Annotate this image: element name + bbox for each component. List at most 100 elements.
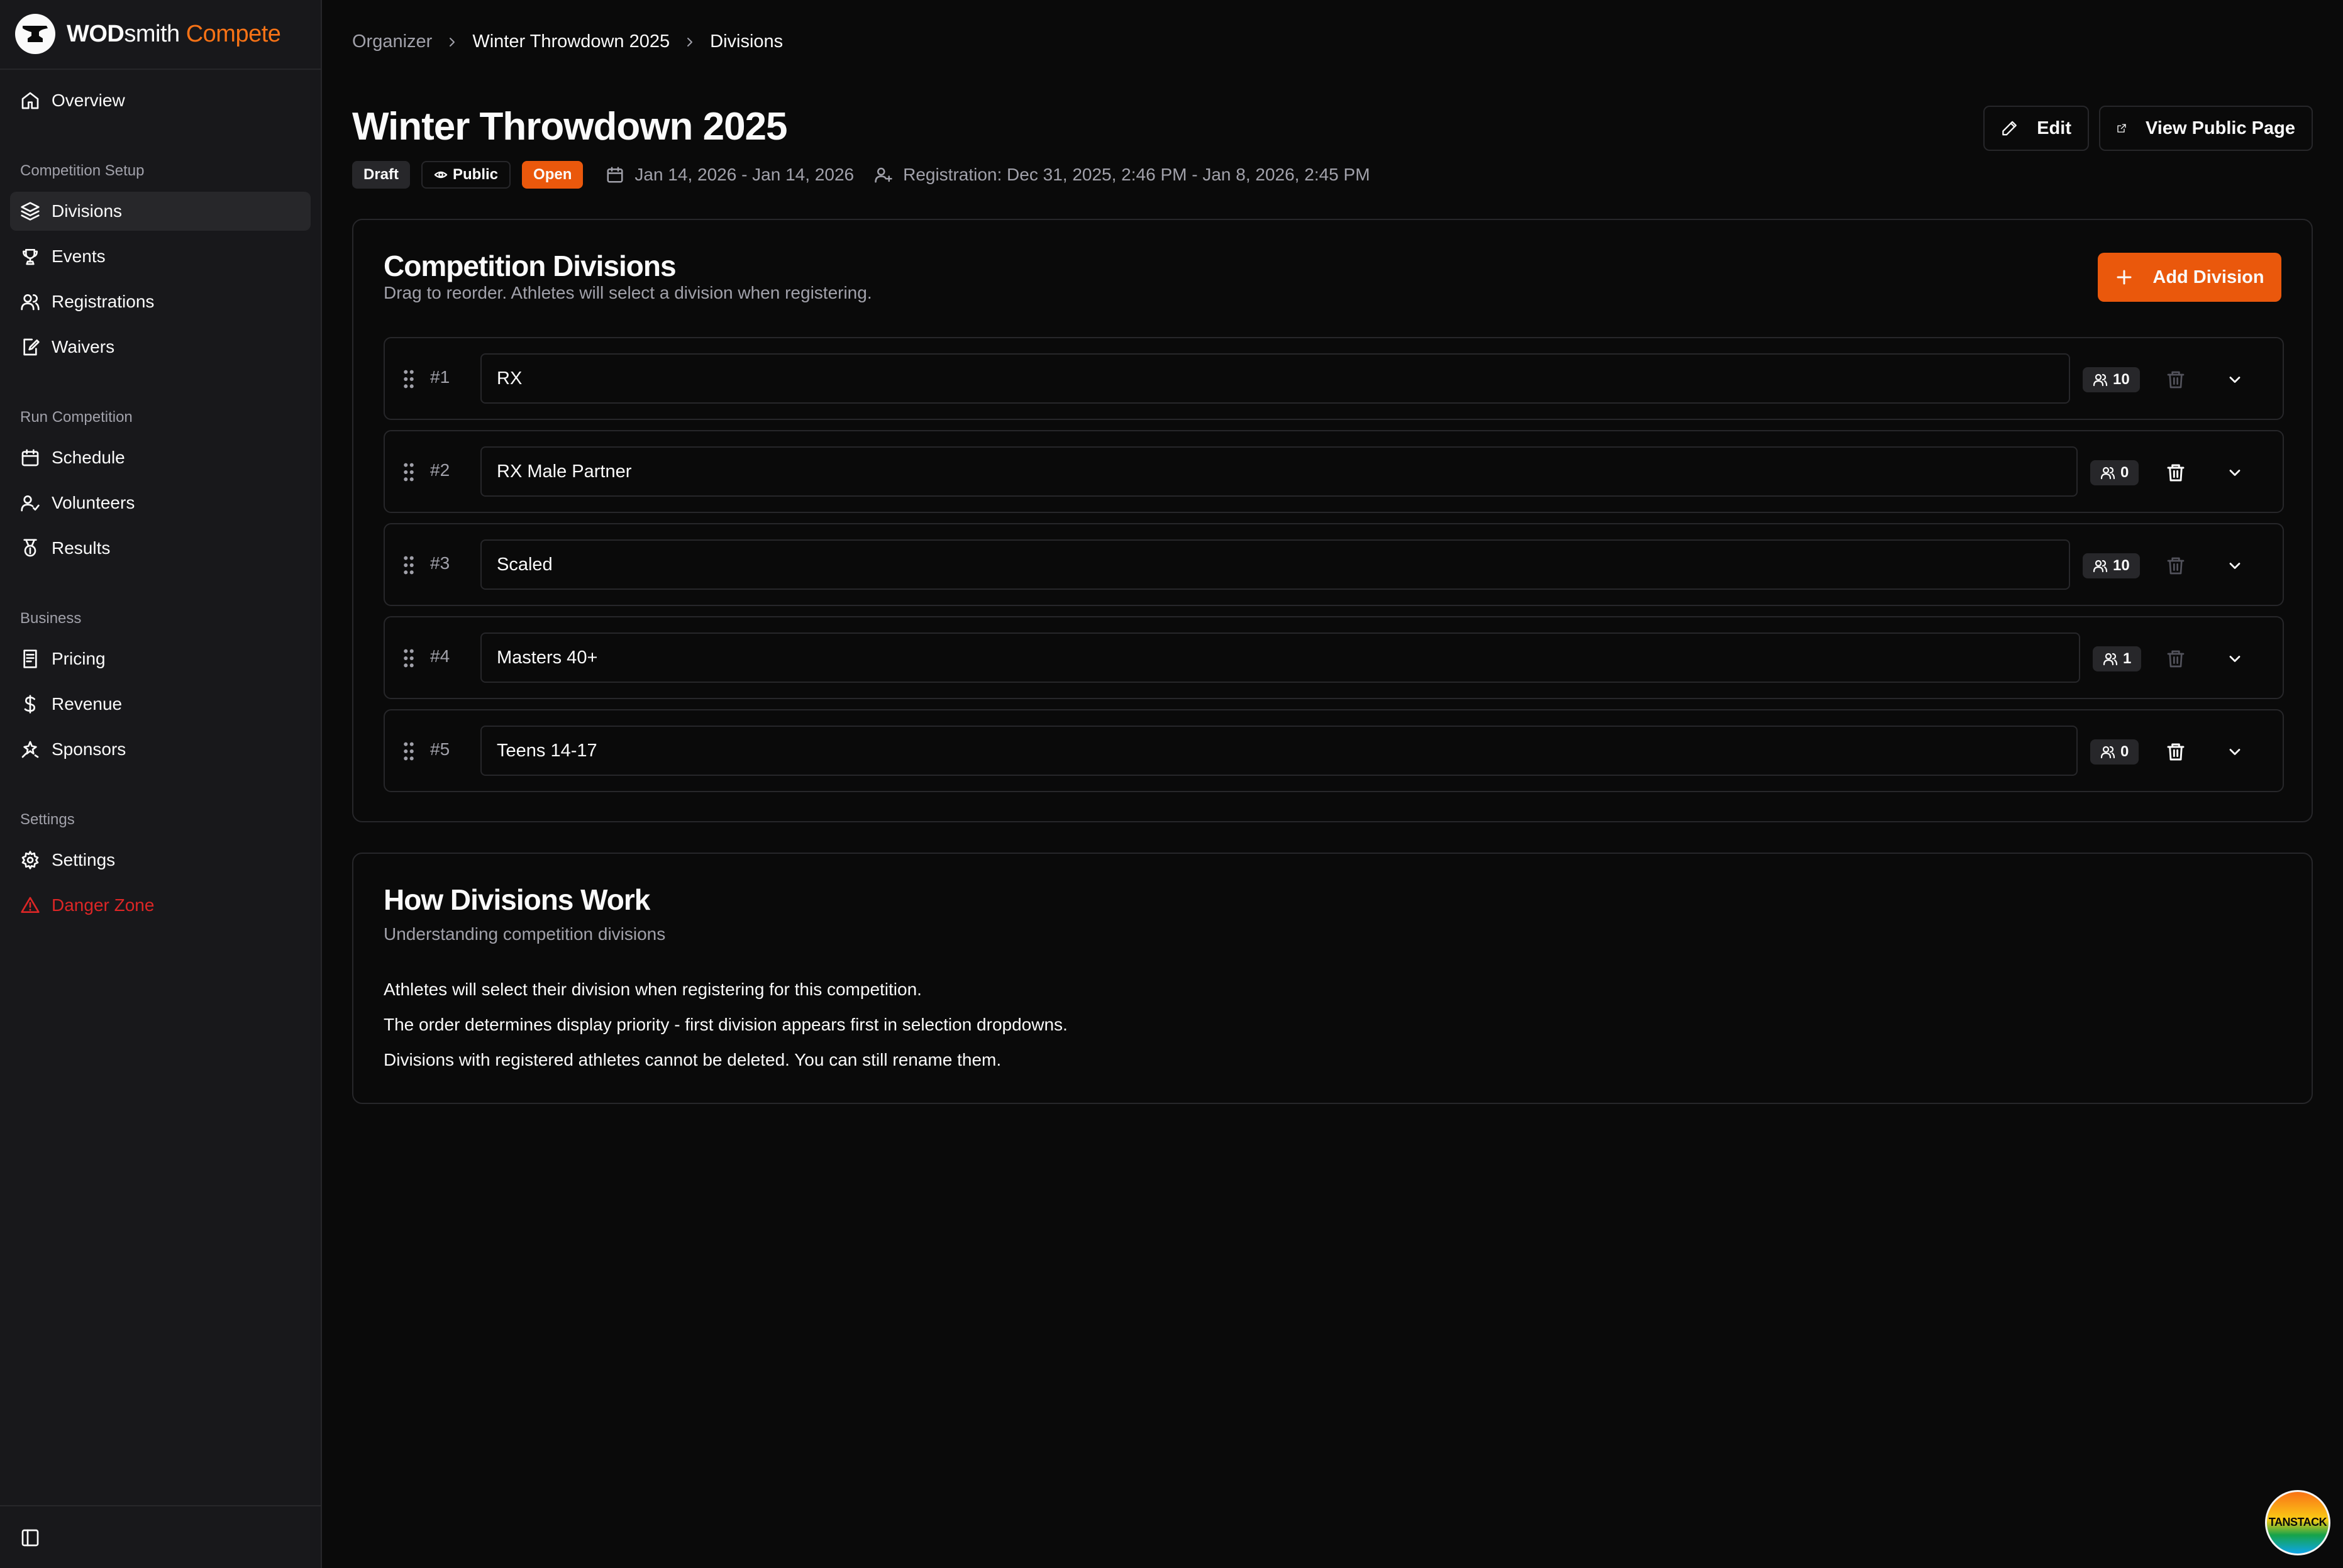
- edit-button[interactable]: Edit: [1983, 106, 2089, 151]
- sidebar-item-overview[interactable]: Overview: [10, 81, 311, 120]
- trophy-icon: [23, 249, 38, 265]
- competition-divisions-card: Competition Divisions Drag to reorder. A…: [352, 219, 2313, 822]
- calendar-icon: [21, 449, 39, 467]
- sidebar-item-schedule[interactable]: Schedule: [10, 438, 311, 477]
- sidebar-item-volunteers[interactable]: Volunteers: [10, 483, 311, 522]
- sidebar-toggle-icon[interactable]: [20, 1528, 40, 1548]
- how-divisions-work-card: How Divisions Work Understanding competi…: [352, 853, 2313, 1104]
- sidebar-item-pricing[interactable]: Pricing: [10, 639, 311, 678]
- division-name-input[interactable]: Teens 14-17: [480, 726, 2078, 776]
- card-subtitle: Understanding competition divisions: [384, 924, 666, 944]
- athlete-count: 0: [2120, 743, 2129, 760]
- athlete-count-badge: 0: [2090, 460, 2139, 485]
- chevron-down-icon[interactable]: [2226, 557, 2244, 575]
- division-name-input[interactable]: RX Male Partner: [480, 446, 2078, 497]
- breadcrumb-organizer[interactable]: Organizer: [352, 31, 432, 52]
- athlete-count: 1: [2123, 650, 2132, 667]
- sidebar-item-label: Schedule: [52, 448, 125, 467]
- registration-window: Registration: Dec 31, 2025, 2:46 PM - Ja…: [874, 165, 1370, 185]
- anvil-logo-icon: [15, 14, 55, 54]
- competition-dates-text: Jan 14, 2026 - Jan 14, 2026: [634, 165, 855, 184]
- chevron-down-icon[interactable]: [2226, 464, 2244, 482]
- division-name-input[interactable]: Scaled: [480, 539, 2070, 590]
- sidebar-item-settings[interactable]: Settings: [10, 841, 311, 880]
- layers-icon: [21, 202, 40, 221]
- drag-handle-icon[interactable]: [402, 555, 415, 576]
- division-name-input[interactable]: Masters 40+: [480, 632, 2080, 683]
- add-division-button[interactable]: Add Division: [2098, 253, 2281, 302]
- athlete-count-badge: 1: [2093, 646, 2142, 671]
- sidebar-item-registrations[interactable]: Registrations: [10, 282, 311, 321]
- competition-dates: Jan 14, 2026 - Jan 14, 2026: [606, 165, 854, 185]
- tanstack-devtools-label: TANSTACK: [2268, 1516, 2327, 1528]
- sidebar-item-revenue[interactable]: Revenue: [10, 685, 311, 724]
- sidebar-item-events[interactable]: Events: [10, 237, 311, 276]
- sidebar-item-label: Volunteers: [52, 493, 135, 512]
- drag-handle-icon[interactable]: [402, 648, 415, 669]
- view-public-page-label: View Public Page: [2145, 118, 2295, 138]
- external-link-icon: [2117, 124, 2126, 133]
- edit-button-label: Edit: [2037, 118, 2071, 138]
- nav-group-competition-setup: Competition Setup: [20, 162, 145, 179]
- handshake-icon: [21, 741, 39, 758]
- division-name-input[interactable]: RX: [480, 353, 2070, 404]
- page-title: Winter Throwdown 2025: [352, 105, 788, 148]
- users-icon: [2100, 467, 2115, 480]
- sidebar-item-divisions[interactable]: Divisions: [10, 192, 311, 231]
- drag-handle-icon[interactable]: [402, 368, 415, 390]
- sidebar-item-danger-zone[interactable]: Danger Zone: [10, 886, 311, 925]
- athlete-count-badge: 10: [2083, 367, 2140, 392]
- sidebar-item-waivers[interactable]: Waivers: [10, 328, 311, 367]
- users-icon: [21, 294, 40, 311]
- athlete-count-badge: 0: [2090, 739, 2139, 765]
- info-line: Divisions with registered athletes canno…: [384, 1050, 1002, 1069]
- visibility-badge-label: Public: [453, 166, 499, 183]
- sidebar-item-label: Revenue: [52, 694, 123, 714]
- athlete-count: 10: [2113, 557, 2130, 574]
- sidebar-item-sponsors[interactable]: Sponsors: [10, 730, 311, 769]
- info-line: The order determines display priority - …: [384, 1015, 1068, 1034]
- brand-name-light: smith: [124, 20, 180, 47]
- division-number: #4: [430, 646, 450, 666]
- app-root: WODsmith Compete Overview Competition Se…: [0, 0, 2343, 1568]
- breadcrumb-competition[interactable]: Winter Throwdown 2025: [472, 31, 670, 52]
- view-public-page-button[interactable]: View Public Page: [2099, 106, 2313, 151]
- user-plus-icon: [875, 167, 892, 183]
- division-row[interactable]: #3 Scaled 10: [384, 523, 2284, 606]
- gear-icon: [21, 851, 39, 870]
- chevron-right-icon: [450, 37, 455, 47]
- receipt-icon: [23, 649, 37, 668]
- status-badge-draft: Draft: [352, 161, 411, 189]
- athlete-count: 0: [2120, 464, 2129, 481]
- brand-logo-link[interactable]: WODsmith Compete: [15, 14, 281, 54]
- sidebar-item-label: Registrations: [52, 292, 155, 311]
- users-icon: [2093, 560, 2108, 573]
- division-row[interactable]: #5 Teens 14-17 0: [384, 709, 2284, 792]
- card-subtitle: Drag to reorder. Athletes will select a …: [384, 283, 872, 302]
- sidebar-item-label: Divisions: [52, 201, 123, 221]
- chevron-down-icon[interactable]: [2226, 743, 2244, 761]
- dollar-icon: [24, 695, 35, 714]
- tanstack-devtools-button[interactable]: TANSTACK: [2265, 1490, 2330, 1555]
- breadcrumb-divisions: Divisions: [710, 31, 784, 52]
- trash-icon-disabled: [2167, 371, 2185, 389]
- chevron-right-icon: [687, 37, 693, 47]
- pencil-icon: [2002, 121, 2017, 136]
- division-row[interactable]: #4 Masters 40+ 1: [384, 616, 2284, 699]
- trash-icon[interactable]: [2166, 742, 2186, 762]
- add-division-label: Add Division: [2152, 267, 2264, 287]
- nav-group-business: Business: [20, 610, 82, 627]
- division-row[interactable]: #2 RX Male Partner 0: [384, 430, 2284, 513]
- drag-handle-icon[interactable]: [402, 461, 415, 483]
- sidebar-item-results[interactable]: Results: [10, 529, 311, 568]
- athlete-count: 10: [2113, 371, 2130, 388]
- chevron-down-icon[interactable]: [2226, 371, 2244, 389]
- registration-badge-open: Open: [522, 161, 584, 189]
- division-number: #5: [430, 739, 450, 759]
- calendar-icon: [607, 167, 623, 183]
- drag-handle-icon[interactable]: [402, 741, 415, 762]
- division-row[interactable]: #1 RX 10: [384, 337, 2284, 420]
- user-check-icon: [21, 495, 40, 512]
- trash-icon[interactable]: [2166, 463, 2186, 483]
- chevron-down-icon[interactable]: [2226, 650, 2244, 668]
